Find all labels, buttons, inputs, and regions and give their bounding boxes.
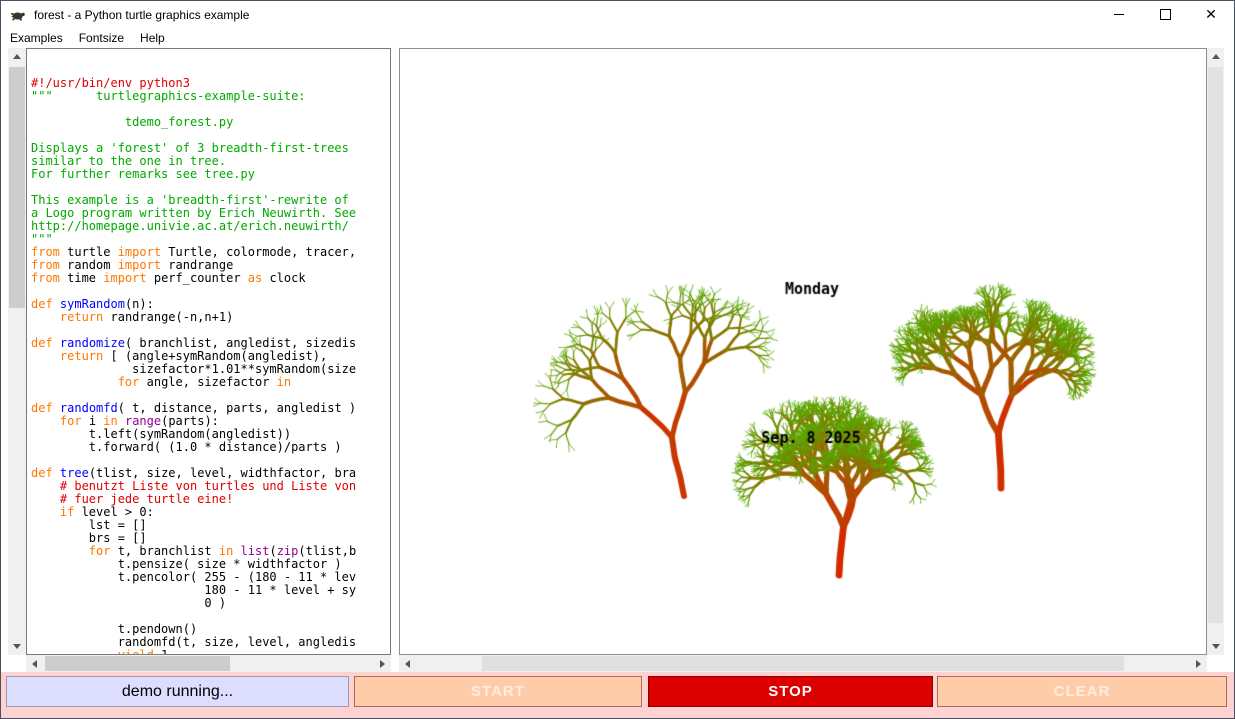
canvas-vscroll-thumb[interactable] xyxy=(1208,67,1223,623)
canvas-scroll-down-button[interactable] xyxy=(1207,638,1224,655)
minimize-icon xyxy=(1114,14,1124,15)
code-pane[interactable]: #!/usr/bin/env python3""" turtlegraphics… xyxy=(26,48,391,655)
canvas-hscroll-thumb[interactable] xyxy=(482,656,1124,671)
canvas-scroll-up-button[interactable] xyxy=(1207,48,1224,65)
menu-fontsize[interactable]: Fontsize xyxy=(72,29,131,47)
editor-scroll-down-button[interactable] xyxy=(8,638,26,655)
minimize-button[interactable] xyxy=(1096,1,1142,28)
close-button[interactable]: ✕ xyxy=(1188,1,1234,28)
canvas-vscroll-track[interactable] xyxy=(1207,65,1224,638)
arrow-down-icon xyxy=(13,644,21,649)
canvas-hscroll-track[interactable] xyxy=(416,655,1190,672)
window-controls: ✕ xyxy=(1096,1,1234,28)
arrow-left-icon xyxy=(405,660,410,668)
canvas-vscrollbar[interactable] xyxy=(1207,48,1224,655)
arrow-left-icon xyxy=(32,660,37,668)
menu-examples[interactable]: Examples xyxy=(3,29,70,47)
clear-button[interactable]: CLEAR xyxy=(937,676,1227,707)
editor-hscroll-track[interactable] xyxy=(43,655,374,672)
start-button[interactable]: START xyxy=(354,676,642,707)
arrow-down-icon xyxy=(1212,644,1220,649)
canvas-scroll-left-button[interactable] xyxy=(399,655,416,672)
arrow-right-icon xyxy=(380,660,385,668)
arrow-right-icon xyxy=(1196,660,1201,668)
editor-scroll-left-button[interactable] xyxy=(26,655,43,672)
editor-vscroll-track[interactable] xyxy=(8,65,26,638)
turtle-canvas xyxy=(400,49,1206,654)
editor-hscroll-thumb[interactable] xyxy=(45,656,230,671)
editor-vscroll-thumb[interactable] xyxy=(9,67,25,308)
button-bar: demo running... START STOP CLEAR xyxy=(1,672,1234,718)
editor-hscrollbar[interactable] xyxy=(26,655,391,672)
close-icon: ✕ xyxy=(1205,8,1217,22)
turtle-icon xyxy=(10,7,26,23)
stop-button[interactable]: STOP xyxy=(648,676,933,707)
editor-vscrollbar[interactable] xyxy=(8,48,26,655)
menu-help[interactable]: Help xyxy=(133,29,172,47)
canvas-hscrollbar[interactable] xyxy=(399,655,1207,672)
turtledemo-window: forest - a Python turtle graphics exampl… xyxy=(0,0,1235,719)
canvas-scroll-right-button[interactable] xyxy=(1190,655,1207,672)
arrow-up-icon xyxy=(1212,54,1220,59)
maximize-icon xyxy=(1160,9,1171,20)
status-label: demo running... xyxy=(6,676,349,707)
canvas-pane xyxy=(399,48,1207,655)
menubar: Examples Fontsize Help xyxy=(1,28,1234,48)
code-text: #!/usr/bin/env python3""" turtlegraphics… xyxy=(31,77,390,655)
editor-scroll-up-button[interactable] xyxy=(8,48,26,65)
titlebar: forest - a Python turtle graphics exampl… xyxy=(1,1,1234,28)
maximize-button[interactable] xyxy=(1142,1,1188,28)
editor-scroll-right-button[interactable] xyxy=(374,655,391,672)
window-title: forest - a Python turtle graphics exampl… xyxy=(34,8,249,22)
arrow-up-icon xyxy=(13,54,21,59)
